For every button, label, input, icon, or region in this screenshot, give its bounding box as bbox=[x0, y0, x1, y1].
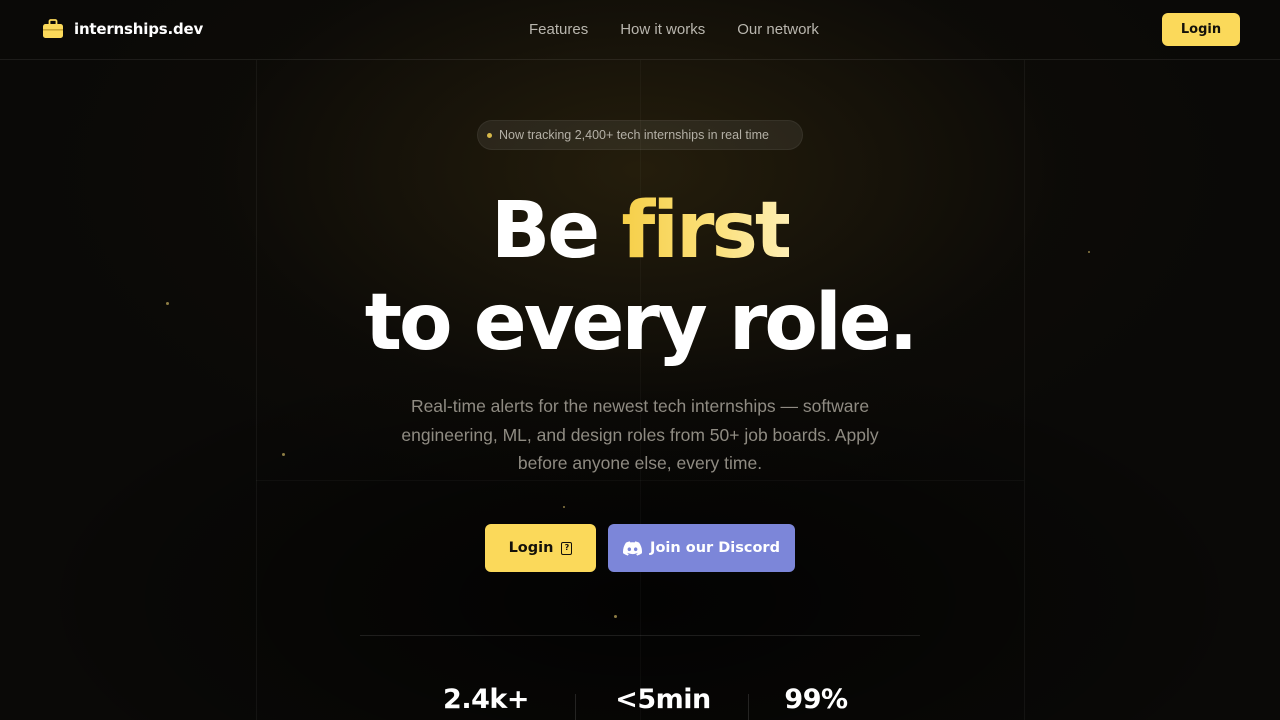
stat-value-accuracy: 99% bbox=[784, 684, 848, 715]
stats-divider bbox=[360, 635, 920, 636]
brand-name: internships.dev bbox=[74, 20, 204, 38]
grid-line bbox=[256, 480, 1024, 481]
hero-subtext: Real-time alerts for the newest tech int… bbox=[401, 396, 879, 473]
tracking-badge: Now tracking 2,400+ tech internships in … bbox=[477, 120, 803, 150]
tracking-badge-text: Now tracking 2,400+ tech internships in … bbox=[499, 128, 769, 142]
join-discord-button[interactable]: Join our Discord bbox=[608, 524, 795, 572]
status-dot-icon bbox=[487, 132, 492, 138]
particle bbox=[563, 506, 565, 508]
login-icon: ? bbox=[561, 541, 573, 555]
hero-login-label: Login bbox=[508, 540, 554, 556]
nav-link-how-it-works[interactable]: How it works bbox=[620, 21, 705, 38]
nav-login-button[interactable]: Login bbox=[1162, 13, 1240, 46]
headline-accent: first bbox=[621, 186, 792, 276]
stat-separator bbox=[575, 694, 576, 720]
grid-line bbox=[256, 60, 257, 720]
grid-line bbox=[640, 60, 641, 720]
stat-value-internships: 2.4k+ bbox=[443, 684, 529, 715]
stat-value-alert-speed: <5min bbox=[615, 684, 711, 715]
brand-logo[interactable]: internships.dev bbox=[42, 18, 203, 40]
nav-links: Features How it works Our network bbox=[529, 21, 819, 38]
stat-separator bbox=[748, 694, 749, 720]
nav-link-our-network[interactable]: Our network bbox=[737, 21, 819, 38]
briefcase-icon bbox=[43, 19, 63, 38]
hero-login-button[interactable]: Login ? bbox=[485, 524, 596, 572]
headline-line-1: Be first bbox=[0, 192, 1280, 270]
particle bbox=[282, 453, 285, 456]
top-navbar: internships.dev Features How it works Ou… bbox=[0, 0, 1280, 60]
join-discord-label: Join our Discord bbox=[650, 540, 780, 556]
discord-icon bbox=[623, 540, 643, 556]
headline-start: Be bbox=[490, 186, 622, 276]
headline-line-2: to every role. bbox=[364, 278, 918, 368]
grid-line bbox=[1024, 60, 1025, 720]
nav-link-features[interactable]: Features bbox=[529, 21, 588, 38]
particle bbox=[614, 615, 617, 618]
